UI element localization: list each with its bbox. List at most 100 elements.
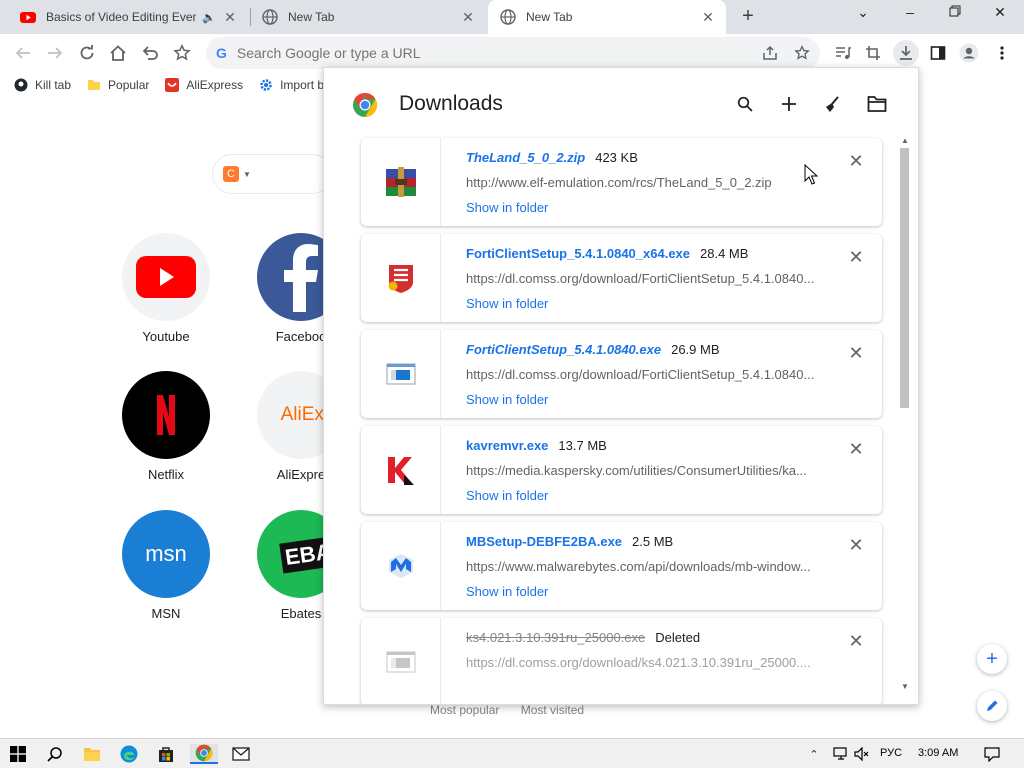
add-download-button[interactable] bbox=[777, 92, 801, 116]
forward-button[interactable] bbox=[44, 42, 66, 64]
most-visited-link[interactable]: Most visited bbox=[521, 703, 584, 717]
download-item-deleted: ks4.021.3.10.391ru_25000.exe Deleted htt… bbox=[361, 618, 882, 704]
close-icon[interactable]: ✕ bbox=[460, 9, 476, 26]
edge-icon bbox=[120, 745, 138, 763]
download-filename[interactable]: MBSetup-DEBFE2BA.exe bbox=[466, 534, 622, 549]
shortcut-msn[interactable]: msn MSN bbox=[111, 510, 221, 621]
back-button[interactable] bbox=[12, 42, 34, 64]
search-engine-chip[interactable]: C ▼ bbox=[212, 154, 332, 194]
file-explorer-button[interactable] bbox=[82, 744, 102, 764]
notifications-button[interactable] bbox=[982, 744, 1002, 764]
search-downloads-button[interactable] bbox=[733, 92, 757, 116]
downloads-button[interactable] bbox=[893, 40, 919, 66]
close-window-button[interactable]: ✕ bbox=[986, 4, 1014, 28]
bookmark-folder-popular[interactable]: Popular bbox=[87, 78, 149, 92]
bookmark-star-button[interactable] bbox=[171, 42, 193, 64]
menu-button[interactable] bbox=[991, 42, 1013, 64]
chrome-taskbar-button[interactable] bbox=[190, 744, 218, 764]
store-button[interactable] bbox=[156, 744, 176, 764]
start-button[interactable] bbox=[8, 744, 28, 764]
home-button[interactable] bbox=[107, 42, 129, 64]
scroll-down-arrow-icon[interactable]: ▼ bbox=[900, 682, 910, 692]
shortcut-youtube[interactable]: Youtube bbox=[111, 233, 221, 344]
media-button[interactable] bbox=[832, 42, 854, 64]
tab-new-tab-active[interactable]: New Tab ✕ bbox=[488, 0, 726, 34]
download-url: https://www.malwarebytes.com/api/downloa… bbox=[466, 559, 811, 574]
show-in-folder-link[interactable]: Show in folder bbox=[466, 296, 836, 311]
bookmark-kill-tab[interactable]: Kill tab bbox=[14, 78, 71, 92]
scrollbar-thumb[interactable] bbox=[900, 148, 909, 408]
show-in-folder-link[interactable]: Show in folder bbox=[466, 584, 836, 599]
mail-button[interactable] bbox=[231, 744, 251, 764]
close-icon[interactable]: ✕ bbox=[222, 9, 238, 26]
download-url: http://www.elf-emulation.com/rcs/TheLand… bbox=[466, 175, 772, 190]
minimize-button[interactable]: – bbox=[896, 4, 924, 28]
bookmark-page-button[interactable] bbox=[791, 42, 813, 64]
add-shortcut-button[interactable]: + bbox=[977, 644, 1007, 674]
omnibox[interactable]: G bbox=[206, 37, 820, 69]
globe-icon bbox=[500, 9, 516, 25]
windows-logo-icon bbox=[10, 746, 26, 762]
download-filename[interactable]: FortiClientSetup_5.4.1.0840_x64.exe bbox=[466, 246, 690, 261]
download-size: 2.5 MB bbox=[632, 534, 674, 549]
download-filename[interactable]: kavremvr.exe bbox=[466, 438, 548, 453]
download-size: 423 KB bbox=[595, 150, 638, 165]
customize-button[interactable] bbox=[977, 691, 1007, 721]
open-downloads-folder-button[interactable] bbox=[865, 92, 889, 116]
clear-downloads-button[interactable] bbox=[820, 92, 844, 116]
show-in-folder-link[interactable]: Show in folder bbox=[466, 200, 836, 215]
tray-chevron-up-icon[interactable]: ⌃ bbox=[804, 744, 824, 764]
tab-youtube[interactable]: Basics of Video Editing Everyon 🔈 ✕ bbox=[8, 0, 248, 34]
remove-download-button[interactable]: ✕ bbox=[847, 440, 865, 458]
arrow-left-icon bbox=[15, 47, 30, 59]
download-filename[interactable]: FortiClientSetup_5.4.1.0840.exe bbox=[466, 342, 661, 357]
speaker-icon[interactable]: 🔈 bbox=[202, 11, 216, 24]
scroll-up-arrow-icon[interactable]: ▲ bbox=[900, 136, 910, 146]
close-icon[interactable]: ✕ bbox=[700, 9, 716, 26]
reload-button[interactable] bbox=[76, 42, 98, 64]
undo-button[interactable] bbox=[139, 42, 161, 64]
arrow-right-icon bbox=[48, 47, 63, 59]
undo-icon bbox=[142, 46, 158, 60]
mail-icon bbox=[232, 747, 250, 761]
remove-download-button[interactable]: ✕ bbox=[847, 536, 865, 554]
youtube-icon bbox=[20, 12, 36, 23]
download-filename[interactable]: TheLand_5_0_2.zip bbox=[466, 150, 585, 165]
clock[interactable]: 3:09 AM bbox=[918, 747, 958, 759]
download-size: 13.7 MB bbox=[558, 438, 607, 453]
remove-download-button[interactable]: ✕ bbox=[847, 344, 865, 362]
kaspersky-icon bbox=[387, 457, 414, 485]
close-icon: ✕ bbox=[848, 631, 864, 651]
tab-new-tab[interactable]: New Tab ✕ bbox=[250, 0, 486, 34]
show-in-folder-link[interactable]: Show in folder bbox=[466, 488, 836, 503]
download-icon-cell bbox=[361, 330, 441, 418]
share-button[interactable] bbox=[759, 42, 781, 64]
new-tab-button[interactable]: + bbox=[738, 6, 758, 28]
side-panel-button[interactable] bbox=[927, 42, 949, 64]
bookmark-aliexpress[interactable]: AliExpress bbox=[165, 78, 243, 92]
download-item: kavremvr.exe 13.7 MB https://media.kaspe… bbox=[361, 426, 882, 514]
star-icon bbox=[173, 44, 191, 61]
close-icon: ✕ bbox=[848, 151, 864, 171]
remove-download-button[interactable]: ✕ bbox=[847, 248, 865, 266]
tab-strip: Basics of Video Editing Everyon 🔈 ✕ New … bbox=[0, 0, 1024, 34]
most-popular-link[interactable]: Most popular bbox=[430, 703, 499, 717]
restore-button[interactable] bbox=[941, 4, 969, 28]
edge-button[interactable] bbox=[119, 744, 139, 764]
tab-title: New Tab bbox=[526, 10, 573, 24]
profile-button[interactable] bbox=[958, 42, 980, 64]
show-in-folder-link[interactable]: Show in folder bbox=[466, 392, 836, 407]
remove-download-button[interactable]: ✕ bbox=[847, 632, 865, 650]
downloads-title: Downloads bbox=[399, 92, 503, 115]
volume-muted-icon[interactable] bbox=[852, 744, 872, 764]
crop-button[interactable] bbox=[862, 42, 884, 64]
tab-search-icon[interactable]: ⌄ bbox=[849, 4, 877, 28]
shortcut-netflix[interactable]: Netflix bbox=[111, 371, 221, 482]
chrome-icon bbox=[353, 93, 378, 117]
remove-download-button[interactable]: ✕ bbox=[847, 152, 865, 170]
omnibox-input[interactable] bbox=[236, 45, 717, 61]
downloads-scrollbar[interactable]: ▲ ▼ bbox=[898, 136, 912, 696]
search-button[interactable] bbox=[45, 744, 65, 764]
input-language[interactable]: РУС bbox=[880, 747, 902, 759]
network-icon[interactable] bbox=[829, 744, 849, 764]
